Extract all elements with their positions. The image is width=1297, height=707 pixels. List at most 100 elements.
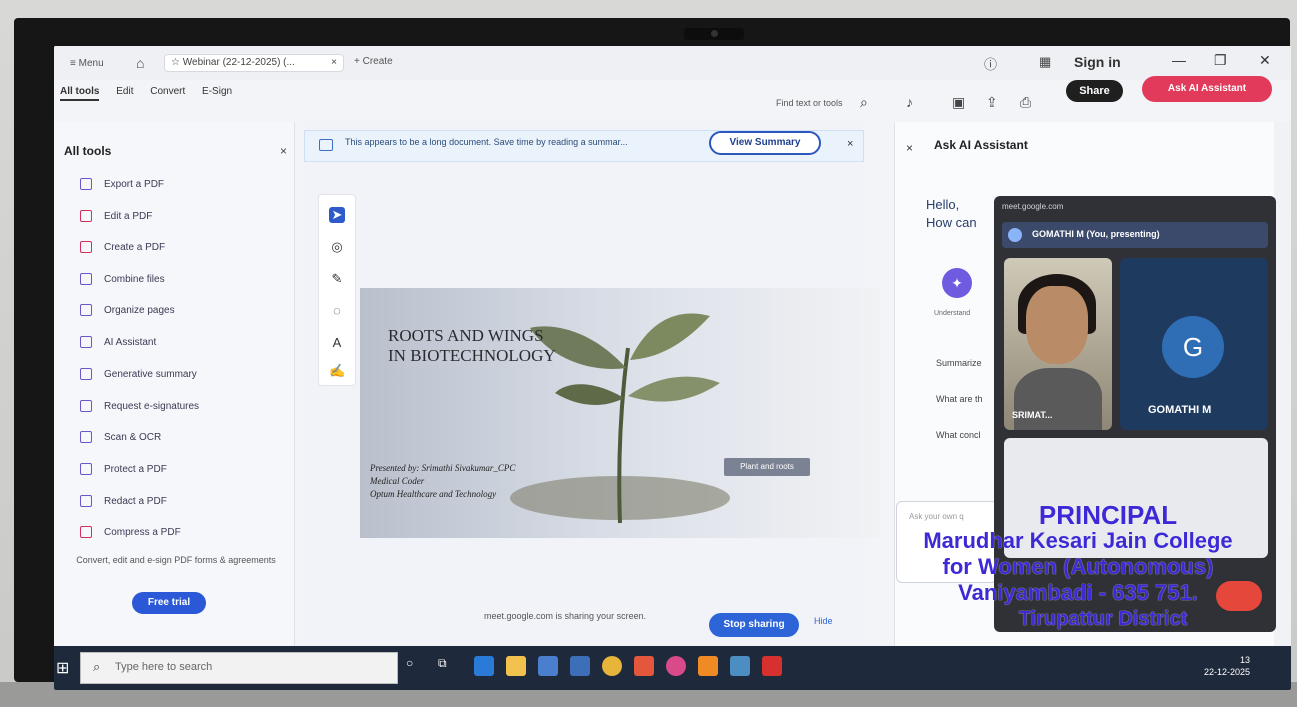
vlc-icon[interactable] bbox=[698, 656, 718, 676]
tool-organize[interactable]: Organize pages bbox=[80, 304, 175, 316]
close-ai-panel-icon[interactable]: × bbox=[906, 141, 913, 155]
search-icon: ⌕ bbox=[93, 659, 101, 674]
tool-protect[interactable]: Protect a PDF bbox=[80, 463, 167, 475]
edit-icon bbox=[80, 210, 92, 222]
webcam bbox=[684, 28, 744, 40]
select-cursor-icon[interactable]: ➤ bbox=[329, 207, 345, 223]
compress-icon bbox=[80, 526, 92, 538]
meet-url: meet.google.com bbox=[1002, 202, 1064, 211]
clock-date: 22-12-2025 bbox=[1204, 667, 1251, 677]
document-tab[interactable]: ☆ Webinar (22-12-2025) (... × bbox=[164, 54, 344, 72]
presenting-banner: GOMATHI M (You, presenting) bbox=[1002, 222, 1268, 248]
free-trial-button[interactable]: Free trial bbox=[132, 592, 206, 614]
text-box-icon[interactable]: A bbox=[329, 335, 345, 351]
tool-export[interactable]: Export a PDF bbox=[80, 178, 164, 190]
tool-scan-ocr[interactable]: Scan & OCR bbox=[80, 431, 161, 443]
ai-panel-title: Ask AI Assistant bbox=[934, 138, 1028, 152]
find-text-field[interactable]: Find text or tools bbox=[776, 98, 843, 108]
save-icon[interactable]: ▣ bbox=[952, 94, 965, 111]
pen-icon[interactable]: ✎ bbox=[329, 271, 345, 287]
close-tools-icon[interactable]: × bbox=[280, 144, 287, 158]
apps-icon[interactable]: ▦ bbox=[1039, 54, 1051, 70]
task-view-icon[interactable]: ⧉ bbox=[438, 656, 458, 676]
tool-label: Scan & OCR bbox=[104, 431, 162, 443]
stamp-line-3: for Women (Autonomous) bbox=[942, 554, 1214, 579]
participant-shirt bbox=[1014, 368, 1102, 430]
share-button[interactable]: Share bbox=[1066, 80, 1123, 102]
participant-tile-video[interactable]: SRIMAT... bbox=[1004, 258, 1112, 430]
tool-label: Generative summary bbox=[104, 368, 197, 380]
edge-icon[interactable] bbox=[474, 656, 494, 676]
cortana-icon[interactable]: ○ bbox=[406, 656, 426, 676]
taskbar-search[interactable]: ⌕ Type here to search bbox=[80, 652, 398, 684]
tool-compress[interactable]: Compress a PDF bbox=[80, 526, 181, 538]
suggestion-what-are[interactable]: What are th bbox=[936, 394, 983, 404]
file-explorer-icon[interactable] bbox=[506, 656, 526, 676]
chrome-icon[interactable] bbox=[602, 656, 622, 676]
stamp-tool-icon[interactable]: ✍ bbox=[329, 363, 345, 379]
annotation-toolbar: ➤ ◎ ✎ ◌ A ✍ bbox=[318, 194, 356, 386]
presenter-line: Presented by: Srimathi Sivakumar_CPC bbox=[370, 463, 516, 473]
tool-request-signatures[interactable]: Request e-signatures bbox=[80, 400, 199, 412]
tool-label: AI Assistant bbox=[104, 336, 157, 348]
tab-all-tools[interactable]: All tools bbox=[60, 86, 100, 101]
understand-label: Understand bbox=[934, 310, 971, 317]
signature-icon bbox=[80, 400, 92, 412]
ai-greeting: Hello, How can bbox=[926, 196, 977, 232]
suggestion-what-conclusions[interactable]: What concl bbox=[936, 430, 981, 440]
principal-stamp: PRINCIPAL Marudhar Kesari Jain College f… bbox=[868, 502, 1288, 632]
tool-generative-summary[interactable]: Generative summary bbox=[80, 368, 197, 380]
search-icon[interactable]: ⌕ bbox=[860, 94, 868, 111]
screen: ≡ Menu ⌂ ☆ Webinar (22-12-2025) (... × + … bbox=[54, 46, 1291, 690]
minimize-icon[interactable]: — bbox=[1172, 52, 1186, 68]
close-banner-icon[interactable]: × bbox=[847, 138, 853, 150]
mode-tabs: All tools Edit Convert E-Sign bbox=[60, 86, 246, 101]
slide-title: ROOTS AND WINGS IN BIOTECHNOLOGY bbox=[388, 326, 556, 365]
close-window-icon[interactable]: ✕ bbox=[1259, 52, 1271, 69]
windows-start-icon[interactable]: ⊞ bbox=[56, 658, 69, 678]
maximize-icon[interactable]: ❐ bbox=[1214, 52, 1227, 69]
stop-sharing-button[interactable]: Stop sharing bbox=[709, 613, 799, 637]
view-summary-button[interactable]: View Summary bbox=[709, 131, 821, 155]
tab-convert[interactable]: Convert bbox=[150, 86, 185, 97]
tool-redact[interactable]: Redact a PDF bbox=[80, 495, 167, 507]
slide-credits: Presented by: Srimathi Sivakumar_CPC Med… bbox=[370, 462, 515, 501]
ai-icon bbox=[80, 336, 92, 348]
home-icon[interactable]: ⌂ bbox=[136, 55, 144, 71]
app-icon[interactable] bbox=[666, 656, 686, 676]
tool-create[interactable]: Create a PDF bbox=[80, 241, 165, 253]
mail-icon[interactable] bbox=[570, 656, 590, 676]
tool-combine[interactable]: Combine files bbox=[80, 273, 165, 285]
suggestion-summarize[interactable]: Summarize bbox=[936, 358, 982, 368]
lightbulb-icon[interactable]: ✦ bbox=[942, 268, 972, 298]
banner-message: This appears to be a long document. Save… bbox=[345, 137, 628, 147]
company-line: Optum Healthcare and Technology bbox=[370, 489, 497, 499]
office-icon[interactable] bbox=[634, 656, 654, 676]
upload-icon[interactable]: ⇪ bbox=[986, 94, 998, 111]
audio-icon[interactable]: ♪ bbox=[906, 94, 913, 110]
tool-label: Protect a PDF bbox=[104, 463, 167, 475]
menu-button[interactable]: ≡ Menu bbox=[70, 58, 104, 69]
comment-icon[interactable]: ◎ bbox=[329, 239, 345, 255]
store-icon[interactable] bbox=[538, 656, 558, 676]
tab-esign[interactable]: E-Sign bbox=[202, 86, 232, 97]
participant-avatar: G bbox=[1162, 316, 1224, 378]
participant-name: GOMATHI M bbox=[1148, 404, 1212, 416]
lasso-icon[interactable]: ◌ bbox=[329, 303, 345, 319]
tool-edit[interactable]: Edit a PDF bbox=[80, 210, 152, 222]
tool-label: Organize pages bbox=[104, 304, 175, 316]
print-icon[interactable]: ⎙ bbox=[1020, 94, 1031, 111]
tool-ai-assistant[interactable]: AI Assistant bbox=[80, 336, 156, 348]
create-button[interactable]: + Create bbox=[354, 56, 393, 67]
summary-icon bbox=[80, 368, 92, 380]
tab-close-icon[interactable]: × bbox=[331, 57, 337, 68]
photos-icon[interactable] bbox=[730, 656, 750, 676]
sign-in-link[interactable]: Sign in bbox=[1074, 54, 1121, 70]
participant-name: SRIMAT... bbox=[1012, 410, 1053, 420]
monitor-frame: ≡ Menu ⌂ ☆ Webinar (22-12-2025) (... × + … bbox=[14, 18, 1291, 690]
help-icon[interactable]: ⓘ bbox=[984, 54, 997, 73]
tab-edit[interactable]: Edit bbox=[116, 86, 133, 97]
hide-link[interactable]: Hide bbox=[814, 616, 833, 626]
ask-ai-button[interactable]: Ask AI Assistant bbox=[1142, 76, 1272, 102]
acrobat-icon[interactable] bbox=[762, 656, 782, 676]
